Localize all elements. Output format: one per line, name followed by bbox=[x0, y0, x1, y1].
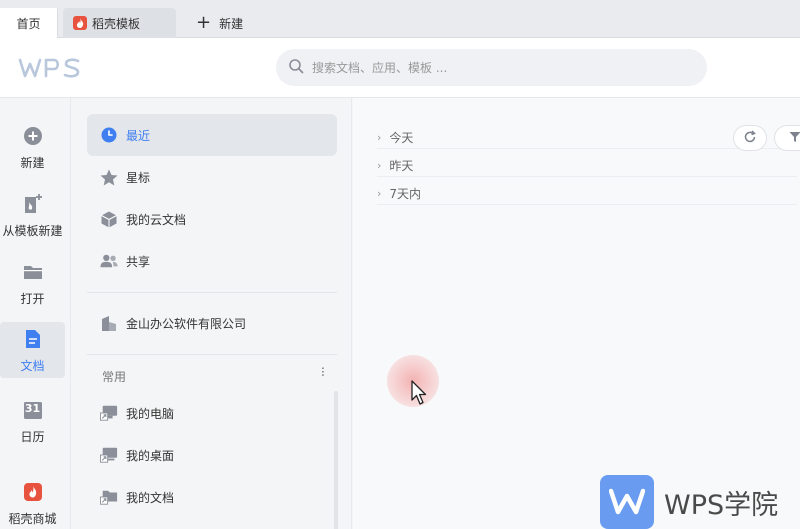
wps-academy-watermark: WPS学院 bbox=[600, 475, 778, 529]
rail-label: 新建 bbox=[20, 156, 45, 170]
new-tab-button[interactable]: + 新建 bbox=[192, 8, 243, 38]
star-icon bbox=[100, 169, 118, 186]
group-label: 昨天 bbox=[389, 159, 414, 173]
tab-daoke-label: 稻壳模板 bbox=[92, 16, 141, 31]
calendar-day: 31 bbox=[24, 402, 41, 415]
search-input[interactable] bbox=[312, 60, 692, 75]
chevron-right-icon: › bbox=[377, 131, 382, 144]
tab-daoke-templates[interactable]: 稻壳模板 bbox=[63, 8, 176, 38]
cloud-box-icon bbox=[100, 211, 118, 228]
desktop-shortcut-icon bbox=[100, 446, 118, 464]
nav-item-label: 我的电脑 bbox=[126, 406, 175, 421]
nav-item-starred[interactable]: 星标 bbox=[87, 156, 337, 198]
nav-panel: 最近 星标 我的云文档 共享 金山办公软件有限公司 常用 ··· 我的电脑 我的… bbox=[71, 98, 352, 529]
group-label: 今天 bbox=[389, 131, 414, 145]
nav-item-recent[interactable]: 最近 bbox=[87, 114, 337, 156]
nav-item-label: 我的桌面 bbox=[126, 448, 175, 463]
wps-logo bbox=[18, 57, 90, 82]
rail-item-new[interactable]: 新建 bbox=[0, 124, 65, 171]
nav-item-label: 我的文档 bbox=[126, 490, 175, 505]
left-rail: 新建 从模板新建 打开 文档 31 日历 稻壳商城 bbox=[0, 98, 71, 529]
section-label-common: 常用 bbox=[102, 370, 127, 384]
nav-item-my-documents[interactable]: 我的文档 bbox=[87, 476, 337, 518]
clock-icon bbox=[100, 127, 118, 143]
nav-item-my-computer[interactable]: 我的电脑 bbox=[87, 392, 337, 434]
refresh-button[interactable] bbox=[733, 125, 767, 151]
rail-item-documents[interactable]: 文档 bbox=[0, 322, 65, 378]
rail-item-daoke-store[interactable]: 稻壳商城 bbox=[0, 480, 65, 527]
rail-label: 文档 bbox=[20, 358, 45, 373]
nav-item-label: 共享 bbox=[126, 254, 151, 269]
wps-logo-icon bbox=[18, 58, 80, 78]
folder-shortcut-icon bbox=[100, 488, 118, 506]
folder-icon bbox=[23, 260, 43, 284]
divider bbox=[87, 292, 337, 293]
nav-item-label: 我的云文档 bbox=[126, 212, 187, 227]
tab-bar: 首页 稻壳模板 + 新建 bbox=[0, 0, 800, 38]
rail-label: 打开 bbox=[20, 292, 45, 306]
rail-label: 日历 bbox=[20, 430, 45, 444]
tab-home[interactable]: 首页 bbox=[0, 8, 58, 38]
plus-icon: + bbox=[196, 12, 212, 33]
computer-shortcut-icon bbox=[100, 404, 118, 422]
rail-label: 稻壳商城 bbox=[8, 512, 57, 526]
document-icon bbox=[24, 327, 42, 351]
watermark-text: WPS学院 bbox=[664, 489, 779, 521]
chevron-right-icon: › bbox=[377, 159, 382, 172]
group-yesterday[interactable]: › 昨天 bbox=[377, 155, 797, 177]
template-new-icon bbox=[23, 192, 43, 216]
filter-icon bbox=[789, 131, 800, 146]
header bbox=[0, 38, 800, 98]
search-icon bbox=[288, 58, 304, 77]
nav-item-cloud-docs[interactable]: 我的云文档 bbox=[87, 198, 337, 240]
new-tab-label: 新建 bbox=[219, 16, 244, 31]
plus-circle-icon bbox=[23, 124, 43, 148]
tab-home-label: 首页 bbox=[16, 16, 41, 31]
refresh-icon bbox=[743, 129, 757, 147]
nav-item-my-desktop[interactable]: 我的桌面 bbox=[87, 434, 337, 476]
rail-item-calendar[interactable]: 31 日历 bbox=[0, 398, 65, 445]
group-last-7-days[interactable]: › 7天内 bbox=[377, 183, 797, 205]
daoke-flame-icon bbox=[73, 16, 87, 30]
more-options-icon[interactable]: ··· bbox=[314, 366, 330, 376]
building-icon bbox=[100, 315, 118, 332]
nav-item-label: 最近 bbox=[126, 128, 151, 143]
search-bar[interactable] bbox=[276, 49, 707, 86]
mouse-cursor-icon bbox=[411, 380, 427, 409]
nav-item-label: 金山办公软件有限公司 bbox=[126, 316, 247, 331]
daoke-icon bbox=[23, 480, 43, 504]
filter-button[interactable] bbox=[774, 125, 800, 151]
scrollbar[interactable] bbox=[334, 391, 338, 529]
nav-item-label: 星标 bbox=[126, 170, 151, 185]
chevron-right-icon: › bbox=[377, 187, 382, 200]
calendar-icon: 31 bbox=[23, 398, 43, 422]
rail-label: 从模板新建 bbox=[2, 224, 63, 238]
file-list-area: › 今天 › 昨天 › 7天内 bbox=[353, 98, 800, 529]
nav-item-company[interactable]: 金山办公软件有限公司 bbox=[87, 302, 337, 344]
divider bbox=[87, 354, 337, 355]
nav-item-shared[interactable]: 共享 bbox=[87, 240, 337, 282]
rail-item-template-new[interactable]: 从模板新建 bbox=[0, 192, 65, 239]
group-label: 7天内 bbox=[389, 187, 422, 201]
rail-item-open[interactable]: 打开 bbox=[0, 260, 65, 307]
wps-academy-logo-icon bbox=[600, 475, 654, 529]
people-icon bbox=[100, 253, 118, 269]
